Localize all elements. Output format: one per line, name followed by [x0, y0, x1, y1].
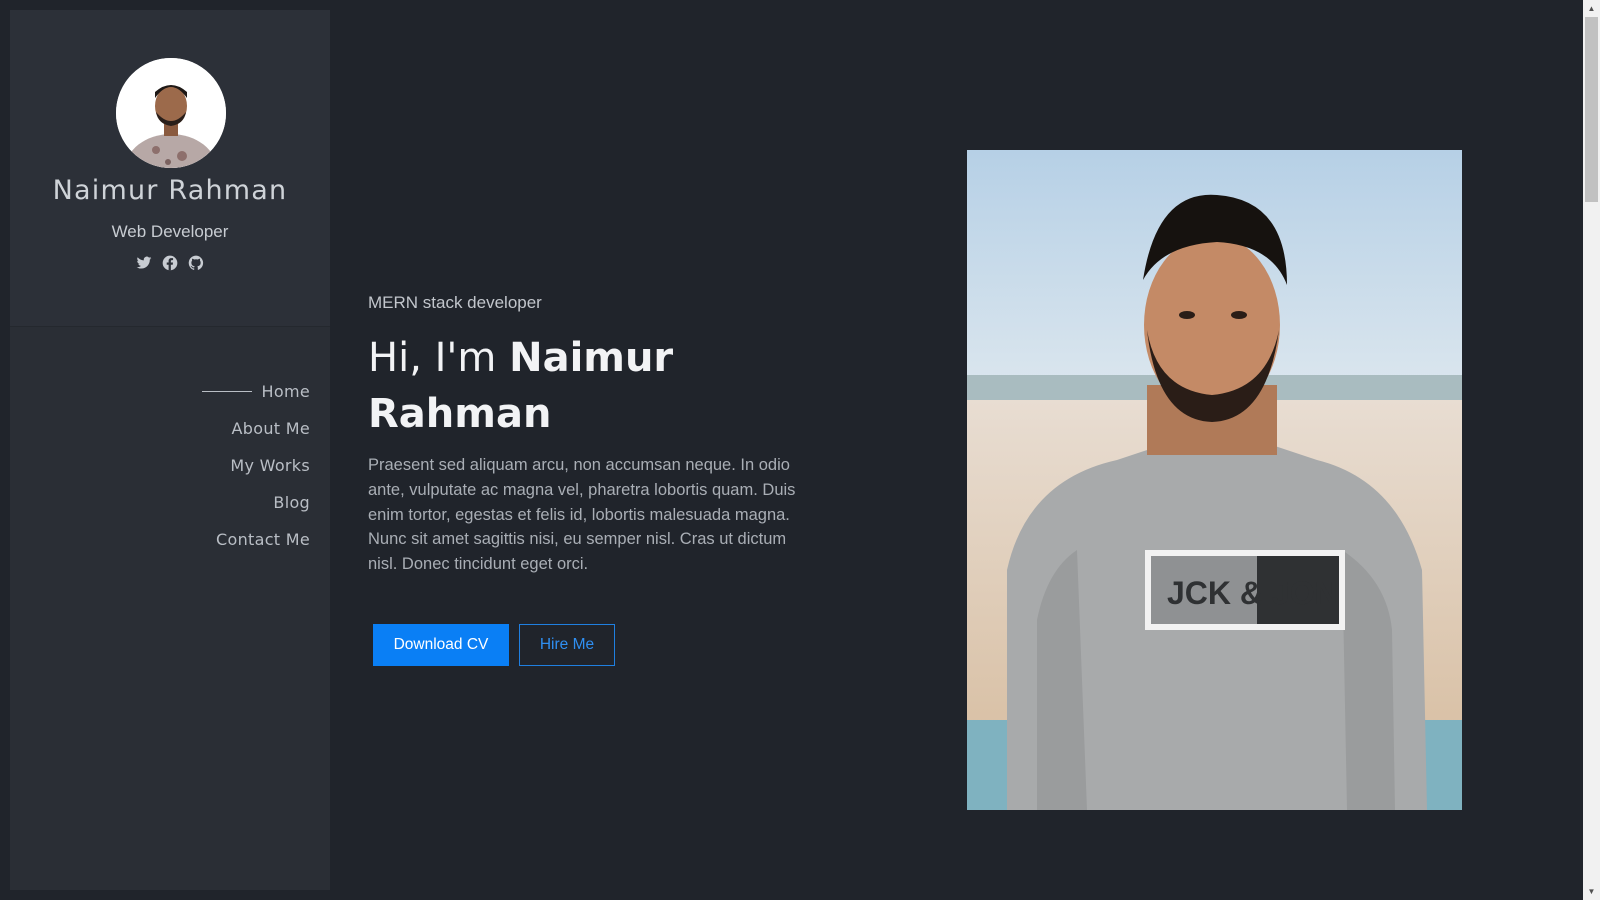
hero-greeting: Hi, I'm — [368, 335, 510, 381]
nav-item-about-me[interactable]: About Me — [202, 410, 310, 447]
nav-item-home[interactable]: Home — [201, 373, 310, 410]
shirt-text: JCK & JON — [1167, 575, 1338, 611]
nav-item-label: About Me — [231, 419, 310, 438]
nav-item-label: Contact Me — [216, 530, 310, 549]
hire-me-button[interactable]: Hire Me — [519, 624, 615, 666]
download-cv-button[interactable]: Download CV — [373, 624, 509, 666]
profile-role: Web Developer — [111, 222, 229, 241]
hero-headline: Hi, I'm Naimur Rahman — [368, 330, 808, 442]
nav-item-label: My Works — [230, 456, 310, 475]
github-icon[interactable] — [188, 255, 204, 271]
hero-eyebrow: MERN stack developer — [368, 293, 542, 312]
profile-name: Naimur Rahman — [52, 175, 288, 206]
nav-item-blog[interactable]: Blog — [202, 484, 310, 521]
social-links — [10, 255, 330, 271]
scroll-thumb[interactable] — [1585, 17, 1598, 202]
hero-photo: JCK & JON — [967, 150, 1462, 810]
nav-item-my-works[interactable]: My Works — [202, 447, 310, 484]
page: Naimur Rahman Web Developer Home About M… — [0, 0, 1600, 900]
profile-card: Naimur Rahman Web Developer — [10, 10, 330, 327]
active-indicator — [201, 391, 252, 392]
nav-item-label: Blog — [273, 493, 310, 512]
facebook-icon[interactable] — [162, 255, 178, 271]
vertical-scrollbar[interactable]: ▲ ▼ — [1583, 0, 1600, 900]
hero-bio: Praesent sed aliquam arcu, non accumsan … — [368, 456, 796, 574]
nav-item-label: Home — [261, 382, 310, 401]
scroll-up-icon[interactable]: ▲ — [1583, 0, 1600, 17]
main-nav: Home About Me My Works Blog Contact Me — [201, 373, 310, 558]
scroll-down-icon[interactable]: ▼ — [1583, 883, 1600, 900]
twitter-icon[interactable] — [136, 255, 152, 271]
avatar — [116, 58, 226, 168]
nav-item-contact-me[interactable]: Contact Me — [202, 521, 310, 558]
sidebar: Naimur Rahman Web Developer Home About M… — [10, 10, 330, 890]
